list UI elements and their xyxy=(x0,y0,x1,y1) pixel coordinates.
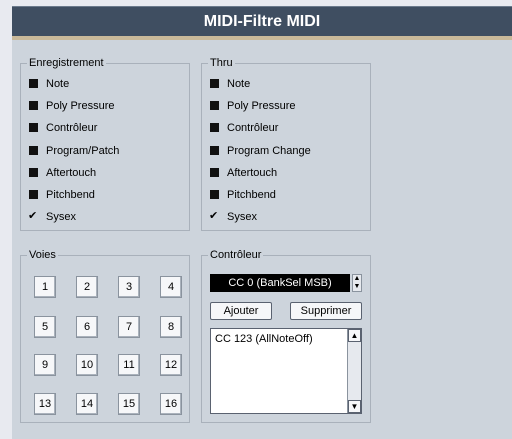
controller-select-display[interactable]: CC 0 (BankSel MSB) xyxy=(210,274,350,292)
checkbox[interactable] xyxy=(29,145,38,155)
controller-list-item[interactable]: CC 123 (AllNoteOff) xyxy=(215,333,313,345)
channel-button-7[interactable]: 7 xyxy=(118,316,140,338)
recording-item-poly-pressure[interactable]: Poly Pressure xyxy=(29,98,114,114)
checkbox-checked[interactable] xyxy=(28,208,38,224)
thru-item-pitchbend[interactable]: Pitchbend xyxy=(210,187,276,203)
checkbox[interactable] xyxy=(29,189,38,199)
checkbox[interactable] xyxy=(210,100,219,110)
channel-button-6[interactable]: 6 xyxy=(76,316,98,338)
thru-item-label: Contrôleur xyxy=(227,122,279,134)
checkbox[interactable] xyxy=(29,78,38,88)
thru-item-label: Sysex xyxy=(227,211,257,223)
channel-button-13[interactable]: 13 xyxy=(34,393,56,415)
checkbox-checked[interactable] xyxy=(209,208,219,224)
checkbox[interactable] xyxy=(210,145,219,155)
channel-button-5[interactable]: 5 xyxy=(34,316,56,338)
checkbox[interactable] xyxy=(210,167,219,177)
checkbox[interactable] xyxy=(29,100,38,110)
channel-button-12[interactable]: 12 xyxy=(160,354,182,376)
checkbox[interactable] xyxy=(29,167,38,177)
recording-item-controller[interactable]: Contrôleur xyxy=(29,120,97,136)
checkbox[interactable] xyxy=(210,122,219,132)
thru-item-label: Poly Pressure xyxy=(227,100,296,112)
checkbox[interactable] xyxy=(29,122,38,132)
recording-item-note[interactable]: Note xyxy=(29,76,69,92)
recording-item-label: Contrôleur xyxy=(46,122,98,134)
spin-down-icon[interactable]: ▼ xyxy=(353,283,361,291)
add-button[interactable]: Ajouter xyxy=(210,302,272,320)
recording-group: Enregistrement Note Poly Pressure Contrô… xyxy=(20,56,190,231)
channels-group: Voies 1 2 3 4 5 6 7 8 9 10 11 12 13 14 1… xyxy=(20,248,190,423)
recording-group-title: Enregistrement xyxy=(27,56,106,70)
channel-button-15[interactable]: 15 xyxy=(118,393,140,415)
thru-group: Thru Note Poly Pressure Contrôleur Progr… xyxy=(201,56,371,231)
recording-item-pitchbend[interactable]: Pitchbend xyxy=(29,187,95,203)
channel-button-3[interactable]: 3 xyxy=(118,276,140,298)
thru-item-note[interactable]: Note xyxy=(210,76,250,92)
thru-item-label: Aftertouch xyxy=(227,167,278,179)
list-scrollbar[interactable]: ▲ ▼ xyxy=(347,329,361,413)
thru-item-aftertouch[interactable]: Aftertouch xyxy=(210,165,277,181)
channel-button-14[interactable]: 14 xyxy=(76,393,98,415)
recording-item-label: Aftertouch xyxy=(46,167,97,179)
recording-item-program-patch[interactable]: Program/Patch xyxy=(29,143,119,159)
channel-button-10[interactable]: 10 xyxy=(76,354,98,376)
recording-item-label: Poly Pressure xyxy=(46,100,115,112)
channel-button-9[interactable]: 9 xyxy=(34,354,56,376)
thru-item-label: Note xyxy=(227,78,251,90)
remove-button[interactable]: Supprimer xyxy=(290,302,362,320)
channel-button-1[interactable]: 1 xyxy=(34,276,56,298)
recording-item-aftertouch[interactable]: Aftertouch xyxy=(29,165,96,181)
channel-button-4[interactable]: 4 xyxy=(160,276,182,298)
channel-button-2[interactable]: 2 xyxy=(76,276,98,298)
controller-list[interactable]: CC 123 (AllNoteOff) ▲ ▼ xyxy=(210,328,362,414)
checkbox[interactable] xyxy=(210,189,219,199)
recording-item-label: Pitchbend xyxy=(46,189,95,201)
thru-item-controller[interactable]: Contrôleur xyxy=(210,120,278,136)
filter-panel: Enregistrement Note Poly Pressure Contrô… xyxy=(12,40,512,439)
checkbox[interactable] xyxy=(210,78,219,88)
channel-button-8[interactable]: 8 xyxy=(160,316,182,338)
channels-group-title: Voies xyxy=(27,248,58,262)
window-title: MIDI-Filtre MIDI xyxy=(12,6,512,36)
recording-item-sysex[interactable]: Sysex xyxy=(28,208,76,225)
controller-group: Contrôleur CC 0 (BankSel MSB) ▲ ▼ Ajoute… xyxy=(201,248,371,423)
scroll-up-icon[interactable]: ▲ xyxy=(348,329,361,342)
scroll-down-icon[interactable]: ▼ xyxy=(348,400,361,413)
spin-up-icon[interactable]: ▲ xyxy=(353,275,361,283)
thru-item-program-change[interactable]: Program Change xyxy=(210,143,311,159)
recording-item-label: Program/Patch xyxy=(46,145,120,157)
recording-item-label: Note xyxy=(46,78,70,90)
thru-item-sysex[interactable]: Sysex xyxy=(209,208,257,225)
controller-group-title: Contrôleur xyxy=(208,248,264,262)
thru-item-label: Program Change xyxy=(227,145,311,157)
channel-button-11[interactable]: 11 xyxy=(118,354,140,376)
thru-item-poly-pressure[interactable]: Poly Pressure xyxy=(210,98,295,114)
thru-group-title: Thru xyxy=(208,56,235,70)
controller-spinner[interactable]: ▲ ▼ xyxy=(352,274,362,292)
recording-item-label: Sysex xyxy=(46,211,76,223)
thru-item-label: Pitchbend xyxy=(227,189,276,201)
channel-button-16[interactable]: 16 xyxy=(160,393,182,415)
